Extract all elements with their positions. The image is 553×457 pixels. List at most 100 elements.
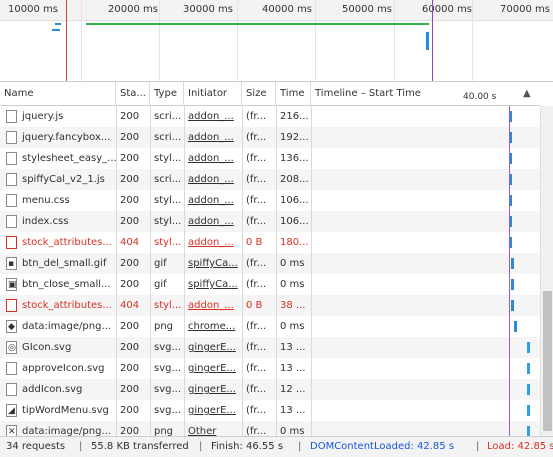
cell-initiator[interactable]: gingerE...	[184, 400, 242, 421]
cell-initiator[interactable]: gingerE...	[184, 358, 242, 379]
column-divider	[184, 106, 185, 436]
cell-size: (fr...	[246, 342, 267, 353]
column-divider	[242, 106, 243, 436]
cell-initiator[interactable]: addon_...	[184, 127, 242, 148]
cell-size: (fr...	[246, 132, 267, 143]
dom-content-loaded-time: DOMContentLoaded: 42.85 s	[310, 441, 455, 452]
table-scrollbar[interactable]	[540, 106, 553, 436]
column-header-status[interactable]: Sta...	[116, 82, 150, 106]
table-row[interactable]: ◆ data:image/png... 200 png chrome... (fr... 0…	[0, 316, 540, 337]
svg-g-icon-glyph: ◎	[8, 343, 16, 353]
column-header-time[interactable]: Time	[276, 82, 311, 106]
cell-time: 192...	[280, 132, 309, 143]
timeline-header-label: Timeline – Start Time	[315, 88, 421, 99]
table-row[interactable]: ◎ GIcon.svg 200 svg... gingerE... (fr... 13 ..…	[0, 337, 540, 358]
cell-time: 0 ms	[280, 321, 305, 332]
column-header-initiator[interactable]: Initiator	[184, 82, 242, 106]
cell-initiator[interactable]: spiffyCa...	[184, 274, 242, 295]
table-row[interactable]: ◢ tipWordMenu.svg 200 svg... gingerE... (fr..…	[0, 400, 540, 421]
cell-initiator[interactable]: addon_...	[184, 190, 242, 211]
column-divider	[311, 106, 312, 436]
cell-size: (fr...	[246, 195, 267, 206]
close-image-icon-glyph: ▣	[8, 280, 17, 290]
cell-name: approveIcon.svg	[22, 363, 105, 374]
cell-time: 0 ms	[280, 426, 305, 436]
cell-initiator[interactable]: addon_...	[184, 169, 242, 190]
column-header-type[interactable]: Type	[150, 82, 184, 106]
overview-request-bar	[426, 32, 429, 50]
table-row[interactable]: addIcon.svg 200 svg... gingerE... (fr... 12 .…	[0, 379, 540, 400]
cell-initiator[interactable]: addon_...	[184, 295, 242, 316]
transferred-size: 55.8 KB transferred	[91, 441, 189, 452]
waterfall-bar	[527, 384, 530, 395]
cell-time: 216...	[280, 111, 309, 122]
cell-initiator[interactable]: gingerE...	[184, 337, 242, 358]
cell-type: svg...	[154, 405, 182, 416]
cell-size: (fr...	[246, 279, 267, 290]
status-separator: |	[79, 441, 83, 452]
cell-initiator[interactable]: addon_...	[184, 232, 242, 253]
cell-time: 106...	[280, 195, 309, 206]
column-header-size[interactable]: Size	[242, 82, 276, 106]
table-row[interactable]: ▣ btn_close_small... 200 gif spiffyCa... (fr.…	[0, 274, 540, 295]
table-row[interactable]: ▪ btn_del_small.gif 200 gif spiffyCa... (fr..…	[0, 253, 540, 274]
cell-size: (fr...	[246, 321, 267, 332]
timeline-finish-line	[509, 106, 510, 436]
overview-tick: 20000 ms	[108, 4, 158, 15]
cell-size: 0 B	[246, 300, 263, 311]
overview-gridline	[159, 0, 160, 81]
load-time: Load: 42.85 s	[487, 441, 553, 452]
cell-name: data:image/png...	[22, 321, 111, 332]
cell-type: styl...	[154, 237, 182, 248]
cell-name: jquery.js	[22, 111, 64, 122]
cell-initiator[interactable]: addon_...	[184, 106, 242, 127]
table-row[interactable]: jquery.fancybox... 200 scri... addon_... (fr…	[0, 127, 540, 148]
table-row[interactable]: stock_attributes... 404 styl... addon_... 0 …	[0, 295, 540, 316]
cell-name: spiffyCal_v2_1.js	[22, 174, 105, 185]
table-row[interactable]: jquery.js 200 scri... addon_... (fr... 216...	[0, 106, 540, 127]
cell-name: index.css	[22, 216, 69, 227]
network-overview[interactable]: 10000 ms 20000 ms 30000 ms 40000 ms 5000…	[0, 0, 553, 82]
cell-type: gif	[154, 258, 167, 269]
column-header-timeline[interactable]: Timeline – Start Time 40.00 s ▲	[311, 82, 540, 106]
table-row[interactable]: ✕ data:image/png... 200 png Other (fr... 0 ms	[0, 421, 540, 436]
cell-type: scri...	[154, 111, 182, 122]
cell-type: styl...	[154, 195, 182, 206]
table-row[interactable]: menu.css 200 styl... addon_... (fr... 106...	[0, 190, 540, 211]
cell-initiator[interactable]: gingerE...	[184, 379, 242, 400]
cell-time: 13 ...	[280, 342, 306, 353]
cell-type: styl...	[154, 216, 182, 227]
cell-type: svg...	[154, 342, 182, 353]
table-row[interactable]: stock_attributes... 404 styl... addon_... 0 …	[0, 232, 540, 253]
scrollbar-thumb[interactable]	[543, 291, 552, 431]
cell-status: 200	[120, 153, 140, 164]
image-icon-glyph: ▪	[8, 259, 15, 269]
overview-gridline	[472, 0, 473, 81]
close-image-icon: ▣	[6, 278, 17, 291]
table-row[interactable]: spiffyCal_v2_1.js 200 scri... addon_... (fr.…	[0, 169, 540, 190]
cell-size: (fr...	[246, 111, 267, 122]
overview-gridline	[394, 0, 395, 81]
cell-size: (fr...	[246, 405, 267, 416]
chart-image-icon-glyph: ◢	[8, 406, 15, 416]
table-row[interactable]: index.css 200 styl... addon_... (fr... 106...	[0, 211, 540, 232]
cell-type: styl...	[154, 300, 182, 311]
svg-g-icon: ◎	[6, 341, 17, 354]
cell-initiator[interactable]: addon_...	[184, 211, 242, 232]
cell-status: 404	[120, 237, 140, 248]
overview-tick: 40000 ms	[262, 4, 312, 15]
cell-time: 180...	[280, 237, 309, 248]
cell-initiator[interactable]: chrome...	[184, 316, 242, 337]
timeline-marker-label: 40.00 s	[463, 92, 497, 102]
cell-initiator[interactable]: spiffyCa...	[184, 253, 242, 274]
cell-name: menu.css	[22, 195, 70, 206]
cell-initiator[interactable]: addon_...	[184, 148, 242, 169]
column-header-name[interactable]: Name	[0, 82, 116, 106]
overview-load-marker	[66, 0, 67, 81]
waterfall-bar	[527, 363, 530, 374]
table-row[interactable]: stylesheet_easy_... 200 styl... addon_... (f…	[0, 148, 540, 169]
cell-initiator[interactable]: Other	[184, 421, 242, 436]
cell-time: 0 ms	[280, 258, 305, 269]
table-row[interactable]: approveIcon.svg 200 svg... gingerE... (fr...…	[0, 358, 540, 379]
document-icon	[6, 362, 17, 375]
